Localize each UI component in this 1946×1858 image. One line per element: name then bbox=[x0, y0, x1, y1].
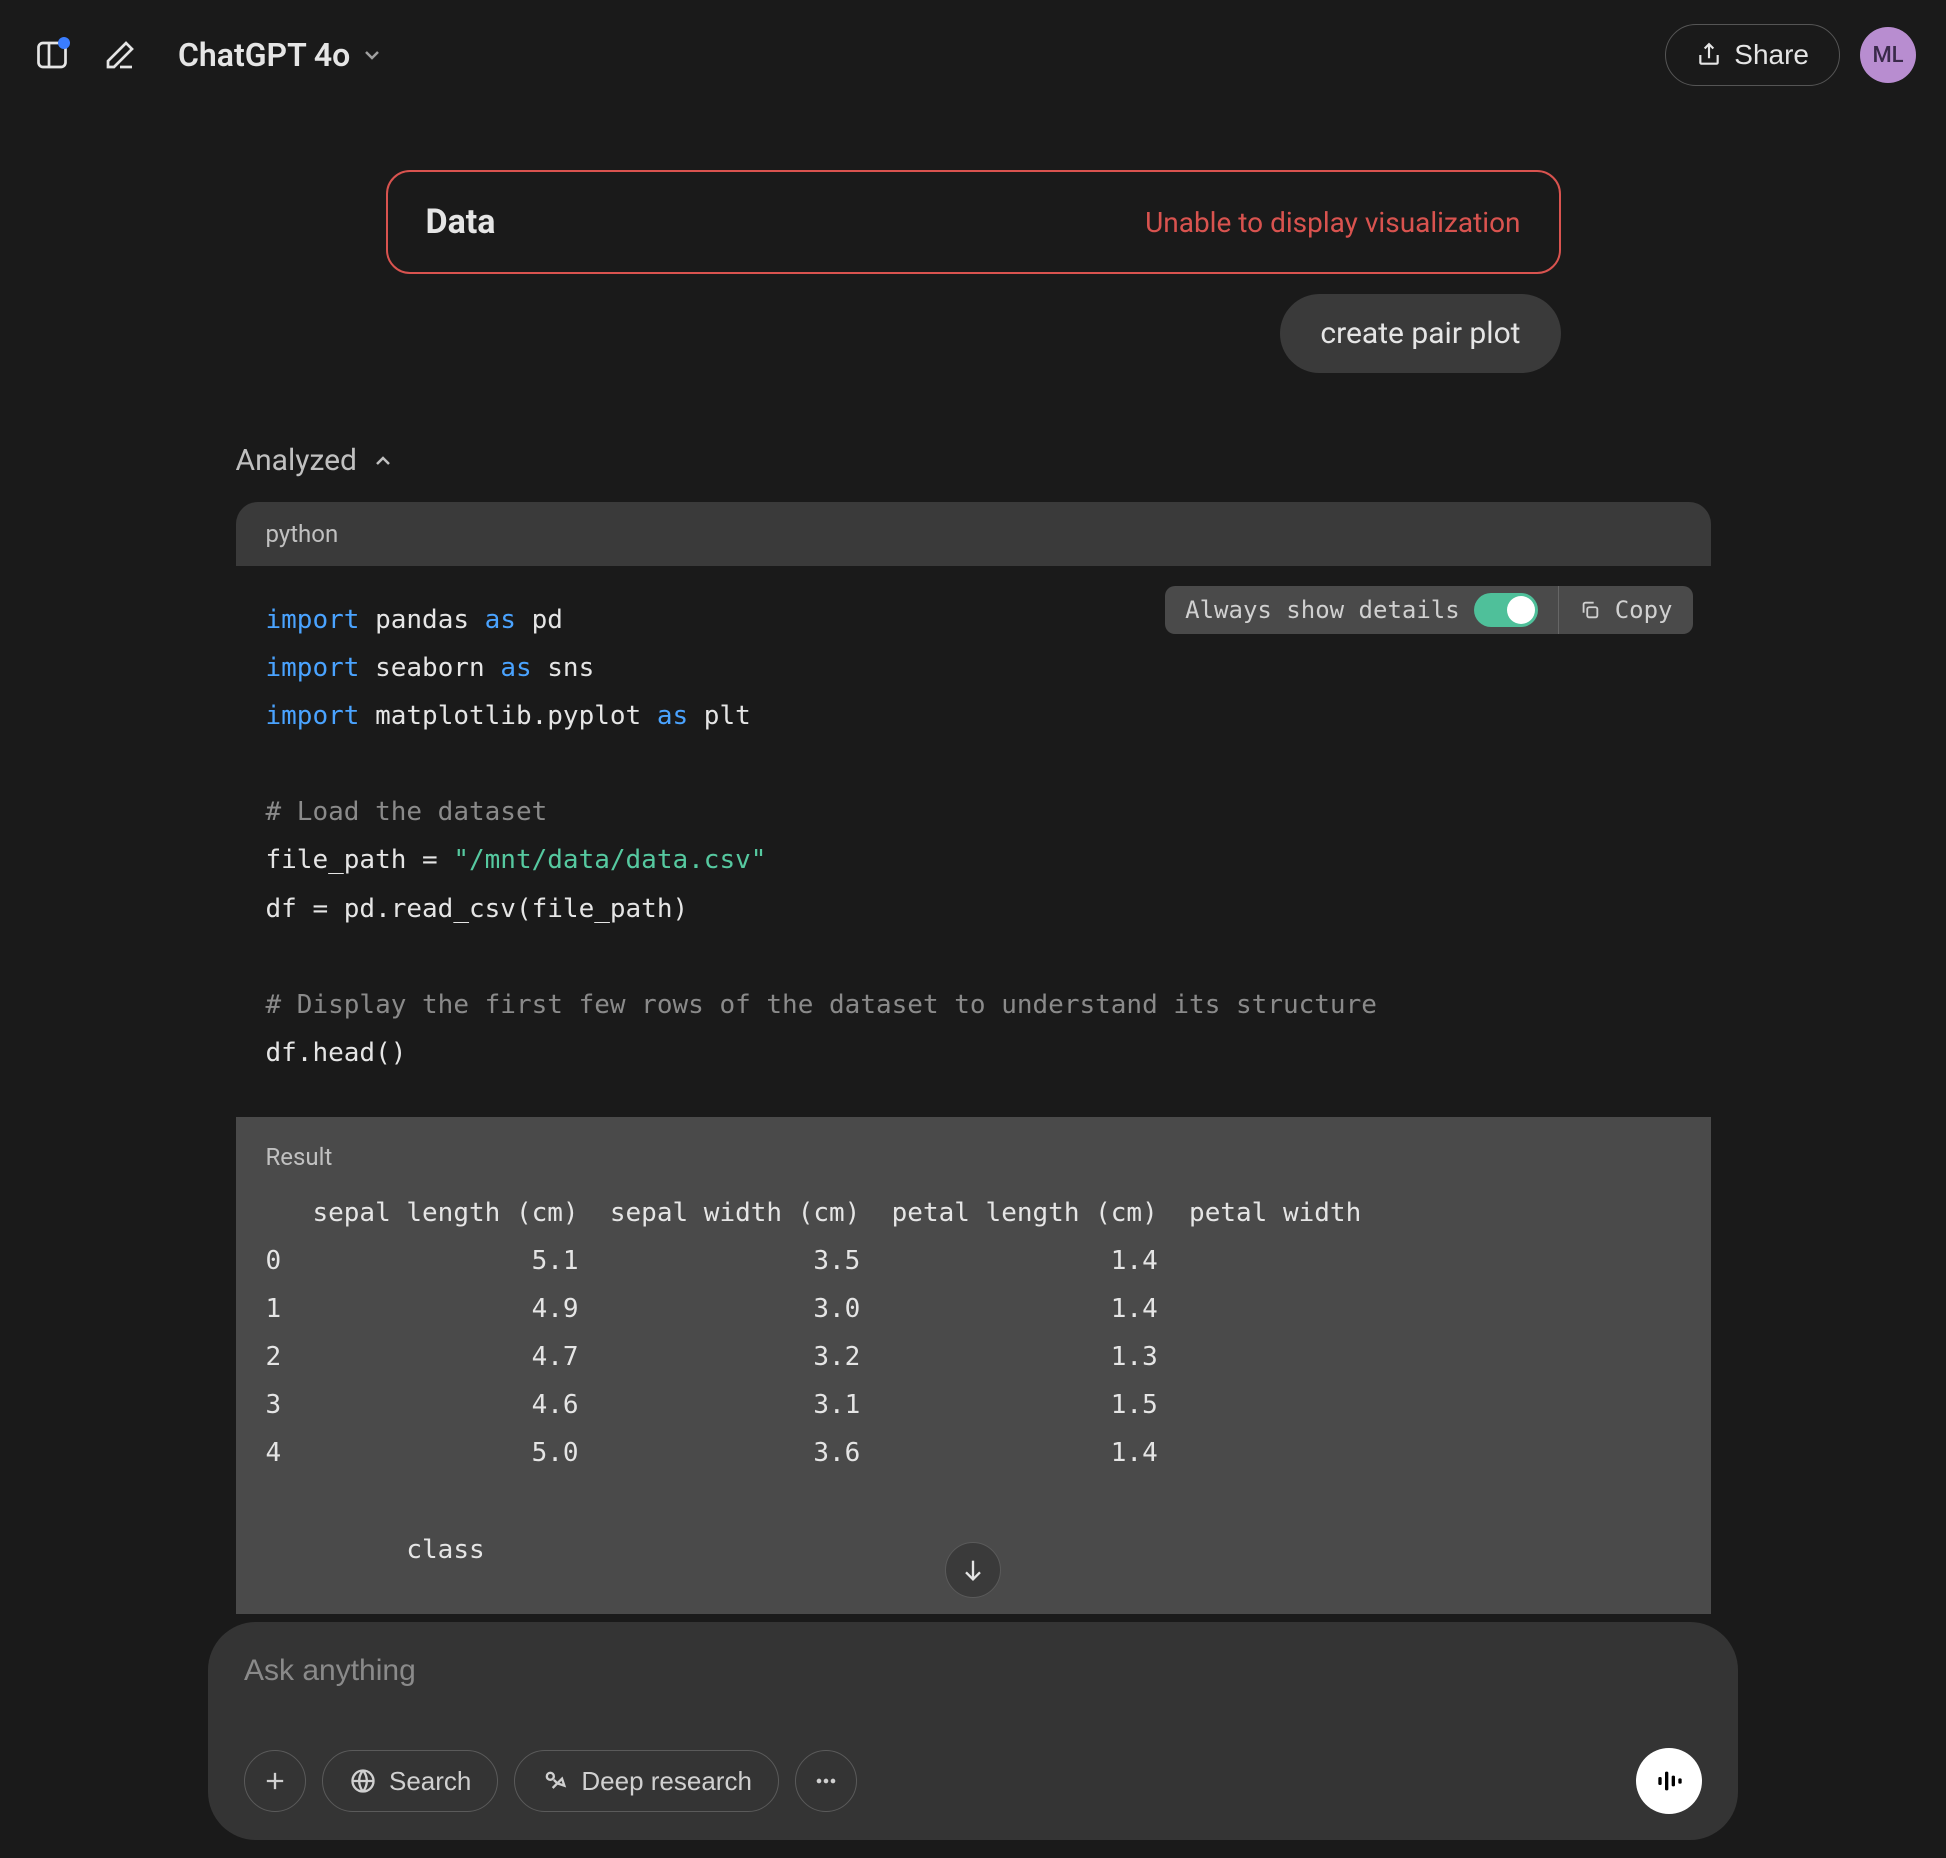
deep-research-button[interactable]: Deep research bbox=[514, 1750, 779, 1812]
edit-icon bbox=[102, 37, 138, 73]
voice-button[interactable] bbox=[1636, 1748, 1702, 1814]
code-language: python bbox=[236, 502, 1711, 566]
always-show-details: Always show details bbox=[1165, 586, 1558, 634]
analyzed-toggle[interactable]: Analyzed bbox=[236, 443, 1711, 478]
header-right: Share ML bbox=[1665, 24, 1916, 86]
code-toolbar: Always show details Copy bbox=[1165, 586, 1692, 634]
share-icon bbox=[1696, 42, 1722, 68]
scroll-down-button[interactable] bbox=[945, 1542, 1001, 1598]
result-label: Result bbox=[266, 1143, 1681, 1171]
search-button[interactable]: Search bbox=[322, 1750, 498, 1812]
copy-button[interactable]: Copy bbox=[1558, 586, 1693, 634]
plus-icon bbox=[261, 1767, 289, 1795]
header-left: ChatGPT 4o bbox=[30, 28, 396, 82]
data-card-error: Unable to display visualization bbox=[1145, 206, 1520, 239]
always-show-details-toggle[interactable] bbox=[1474, 593, 1538, 627]
deep-research-label: Deep research bbox=[581, 1766, 752, 1797]
globe-icon bbox=[349, 1767, 377, 1795]
always-show-details-label: Always show details bbox=[1185, 588, 1460, 632]
avatar-initials: ML bbox=[1872, 43, 1903, 68]
result-block: Result sepal length (cm) sepal width (cm… bbox=[236, 1117, 1711, 1614]
user-message: create pair plot bbox=[1280, 294, 1560, 373]
search-label: Search bbox=[389, 1766, 471, 1797]
model-name: ChatGPT 4o bbox=[178, 36, 350, 74]
model-selector[interactable]: ChatGPT 4o bbox=[166, 28, 396, 82]
composer: Search Deep research bbox=[208, 1622, 1738, 1840]
telescope-icon bbox=[541, 1767, 569, 1795]
new-chat-button[interactable] bbox=[98, 33, 142, 77]
main: Data Unable to display visualization cre… bbox=[0, 110, 1946, 1614]
code-body: Always show details Copy import pandas a… bbox=[236, 566, 1711, 1117]
user-message-row: create pair plot bbox=[386, 294, 1561, 373]
sidebar-toggle-button[interactable] bbox=[30, 33, 74, 77]
chevron-down-icon bbox=[360, 43, 384, 67]
header: ChatGPT 4o Share ML bbox=[0, 0, 1946, 110]
chevron-up-icon bbox=[371, 449, 395, 473]
avatar[interactable]: ML bbox=[1860, 27, 1916, 83]
composer-input[interactable] bbox=[244, 1654, 1702, 1688]
code-block: python Always show details Copy imp bbox=[236, 502, 1711, 1117]
more-button[interactable] bbox=[795, 1750, 857, 1812]
copy-label: Copy bbox=[1615, 588, 1673, 632]
arrow-down-icon bbox=[959, 1556, 987, 1584]
notification-dot bbox=[58, 37, 70, 49]
dots-icon bbox=[812, 1767, 840, 1795]
waveform-icon bbox=[1653, 1765, 1685, 1797]
share-button[interactable]: Share bbox=[1665, 24, 1840, 86]
data-card-title: Data bbox=[426, 202, 496, 242]
attach-button[interactable] bbox=[244, 1750, 306, 1812]
share-label: Share bbox=[1734, 39, 1809, 71]
composer-row: Search Deep research bbox=[244, 1748, 1702, 1814]
data-card: Data Unable to display visualization bbox=[386, 170, 1561, 274]
toggle-knob bbox=[1507, 596, 1535, 624]
copy-icon bbox=[1579, 599, 1601, 621]
analyzed-label: Analyzed bbox=[236, 443, 357, 478]
result-text: sepal length (cm) sepal width (cm) petal… bbox=[266, 1189, 1681, 1574]
